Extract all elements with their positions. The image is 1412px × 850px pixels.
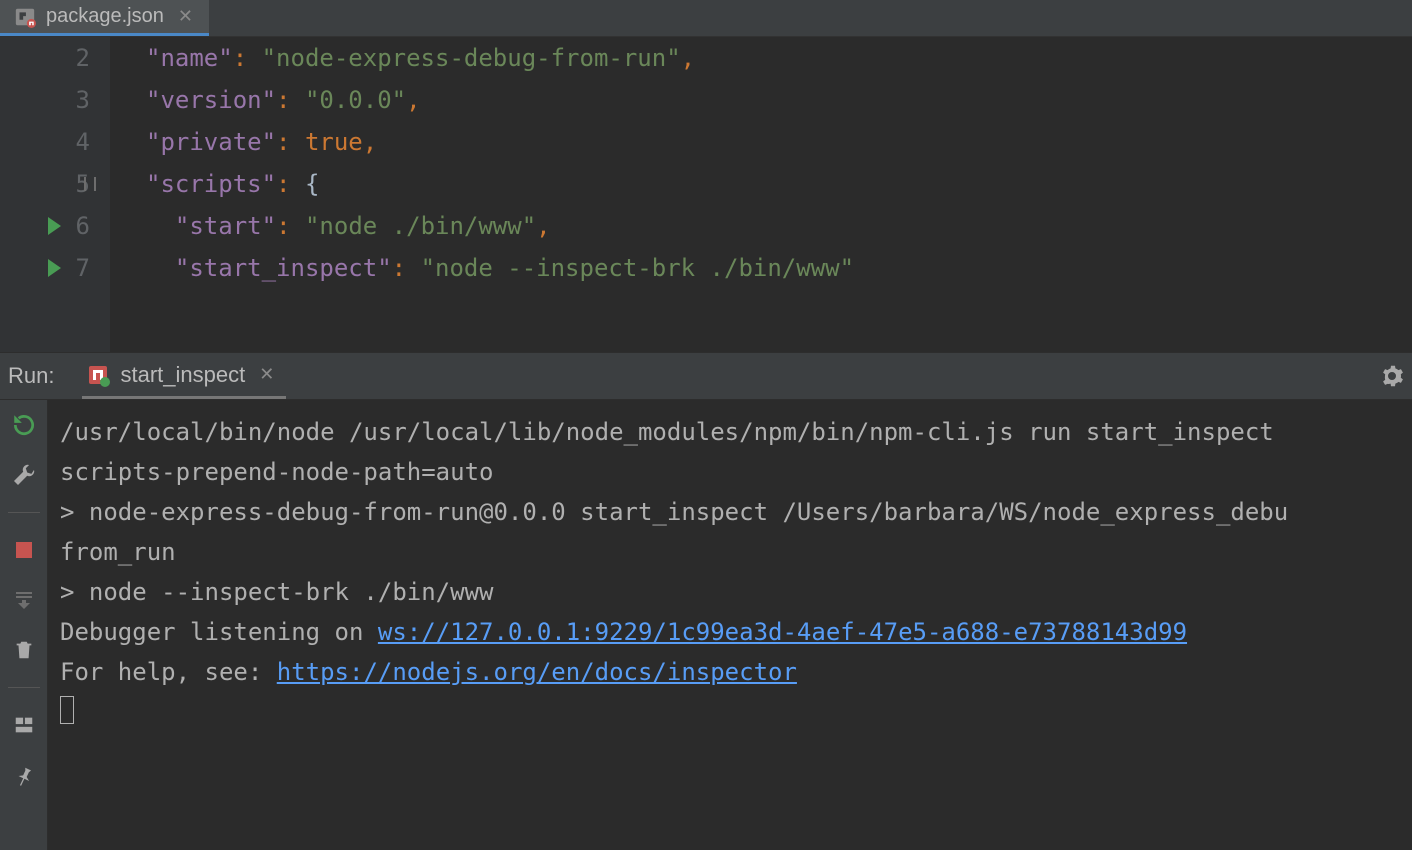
run-gutter-icon[interactable] xyxy=(48,217,61,235)
toolbar-separator xyxy=(8,512,40,513)
code-line[interactable]: "version": "0.0.0", xyxy=(146,79,854,121)
console-line: from_run xyxy=(60,532,1412,572)
editor-tab-package-json[interactable]: package.json ✕ xyxy=(0,0,209,36)
code-line[interactable]: "start": "node ./bin/www", xyxy=(146,205,854,247)
editor-tab-bar: package.json ✕ xyxy=(0,0,1412,37)
gutter-line[interactable]: 4 xyxy=(0,121,90,163)
stop-button[interactable] xyxy=(9,535,39,565)
code-line[interactable]: "scripts": { xyxy=(146,163,854,205)
gutter-line[interactable]: 5 xyxy=(0,163,90,205)
rerun-button[interactable] xyxy=(9,410,39,440)
console-line: For help, see: https://nodejs.org/en/doc… xyxy=(60,652,1412,692)
text-cursor xyxy=(60,696,74,724)
console-line: Debugger listening on ws://127.0.0.1:922… xyxy=(60,612,1412,652)
gutter-line[interactable]: 7 xyxy=(0,247,90,289)
ws-url-link[interactable]: ws://127.0.0.1:9229/1c99ea3d-4aef-47e5-a… xyxy=(378,618,1187,646)
npm-package-icon xyxy=(14,6,36,28)
close-icon[interactable]: ✕ xyxy=(255,364,274,385)
pin-icon[interactable] xyxy=(9,760,39,790)
help-url-link[interactable]: https://nodejs.org/en/docs/inspector xyxy=(277,658,797,686)
toolbar-separator xyxy=(8,687,40,688)
run-config-tab-label: start_inspect xyxy=(120,362,245,388)
gutter-line[interactable]: 3 xyxy=(0,79,90,121)
console-line: > node --inspect-brk ./bin/www xyxy=(60,572,1412,612)
console-line: > node-express-debug-from-run@0.0.0 star… xyxy=(60,492,1412,532)
run-gutter-icon[interactable] xyxy=(48,259,61,277)
editor-tab-label: package.json xyxy=(46,5,164,28)
trash-icon[interactable] xyxy=(9,635,39,665)
fold-icon[interactable] xyxy=(84,177,96,191)
code-line[interactable]: "name": "node-express-debug-from-run", xyxy=(146,37,854,79)
code-line[interactable]: "start_inspect": "node --inspect-brk ./b… xyxy=(146,247,854,289)
run-panel: /usr/local/bin/node /usr/local/lib/node_… xyxy=(0,400,1412,850)
gutter-line[interactable]: 6 xyxy=(0,205,90,247)
console-line: scripts-prepend-node-path=auto xyxy=(60,452,1412,492)
run-console[interactable]: /usr/local/bin/node /usr/local/lib/node_… xyxy=(48,400,1412,850)
layout-icon[interactable] xyxy=(9,710,39,740)
npm-run-icon xyxy=(86,363,110,387)
wrench-icon[interactable] xyxy=(9,460,39,490)
run-config-tab[interactable]: start_inspect ✕ xyxy=(82,353,286,399)
run-panel-title: Run: xyxy=(8,363,54,389)
editor-gutter[interactable]: 234567 xyxy=(0,37,110,352)
code-editor[interactable]: 234567 "name": "node-express-debug-from-… xyxy=(0,37,1412,352)
scroll-to-end-icon[interactable] xyxy=(9,585,39,615)
run-toolbar xyxy=(0,400,48,850)
editor-code-area[interactable]: "name": "node-express-debug-from-run","v… xyxy=(110,37,854,352)
close-icon[interactable]: ✕ xyxy=(174,6,193,27)
console-line: /usr/local/bin/node /usr/local/lib/node_… xyxy=(60,412,1412,452)
code-line[interactable]: "private": true, xyxy=(146,121,854,163)
gutter-line[interactable]: 2 xyxy=(0,37,90,79)
console-cursor-line xyxy=(60,692,1412,732)
run-panel-header: Run: start_inspect ✕ xyxy=(0,352,1412,400)
gear-icon[interactable] xyxy=(1380,364,1404,388)
